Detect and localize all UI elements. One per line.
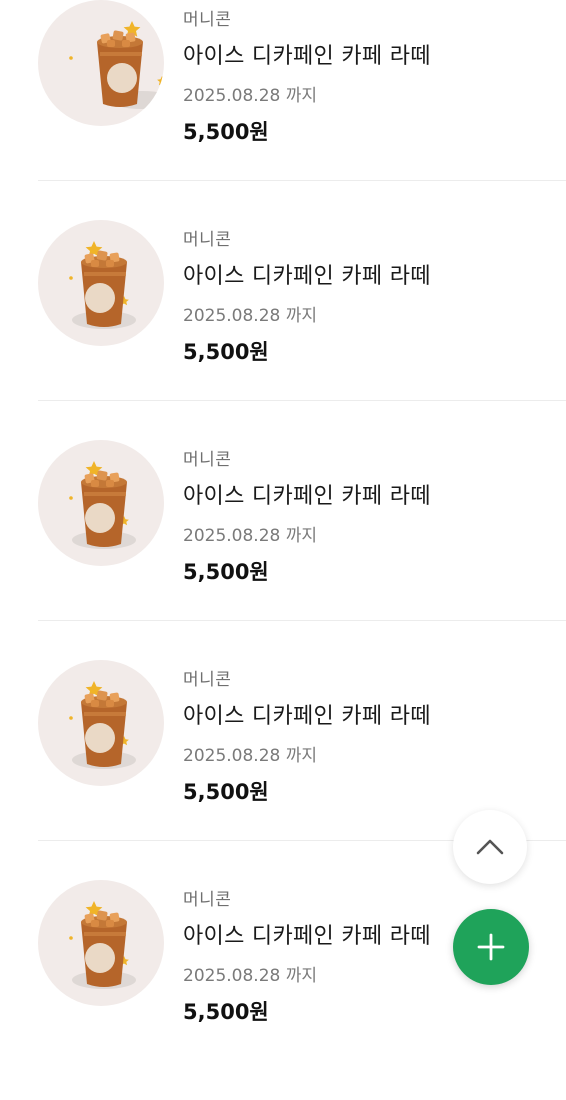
list-item[interactable]: 머니콘 아이스 디카페인 카페 라떼 2025.08.28 까지 5,500원 <box>0 440 566 660</box>
iced-coffee-cup-icon <box>69 21 164 109</box>
product-thumbnail <box>38 660 164 786</box>
list-item[interactable]: 머니콘 아이스 디카페인 카페 라떼 2025.08.28 까지 5,500원 <box>0 0 566 220</box>
item-brand: 머니콘 <box>183 670 232 690</box>
divider <box>38 620 566 621</box>
iced-coffee-cup-icon <box>69 901 136 989</box>
item-brand: 머니콘 <box>183 230 232 250</box>
divider <box>38 400 566 401</box>
item-name: 아이스 디카페인 카페 라떼 <box>183 484 431 509</box>
iced-coffee-cup-icon <box>69 241 136 329</box>
plus-icon <box>477 933 505 961</box>
scroll-to-top-button[interactable] <box>453 810 527 884</box>
item-brand: 머니콘 <box>183 450 232 470</box>
item-price: 5,500원 <box>183 780 269 804</box>
item-brand: 머니콘 <box>183 10 232 30</box>
item-expiry: 2025.08.28 까지 <box>183 526 318 546</box>
item-price: 5,500원 <box>183 120 269 144</box>
product-thumbnail <box>38 220 164 346</box>
item-name: 아이스 디카페인 카페 라떼 <box>183 924 431 949</box>
item-expiry: 2025.08.28 까지 <box>183 966 318 986</box>
item-name: 아이스 디카페인 카페 라떼 <box>183 264 431 289</box>
product-thumbnail <box>38 880 164 1006</box>
list-item[interactable]: 머니콘 아이스 디카페인 카페 라떼 2025.08.28 까지 5,500원 <box>0 220 566 440</box>
item-price: 5,500원 <box>183 560 269 584</box>
chevron-up-icon <box>476 839 504 855</box>
item-price: 5,500원 <box>183 1000 269 1024</box>
item-price: 5,500원 <box>183 340 269 364</box>
divider <box>38 180 566 181</box>
item-expiry: 2025.08.28 까지 <box>183 746 318 766</box>
product-thumbnail <box>38 0 164 126</box>
item-brand: 머니콘 <box>183 890 232 910</box>
item-expiry: 2025.08.28 까지 <box>183 306 318 326</box>
iced-coffee-cup-icon <box>69 681 136 769</box>
iced-coffee-cup-icon <box>69 461 136 549</box>
item-expiry: 2025.08.28 까지 <box>183 86 318 106</box>
item-name: 아이스 디카페인 카페 라떼 <box>183 704 431 729</box>
product-thumbnail <box>38 440 164 566</box>
item-name: 아이스 디카페인 카페 라떼 <box>183 44 431 69</box>
add-button[interactable] <box>453 909 529 985</box>
